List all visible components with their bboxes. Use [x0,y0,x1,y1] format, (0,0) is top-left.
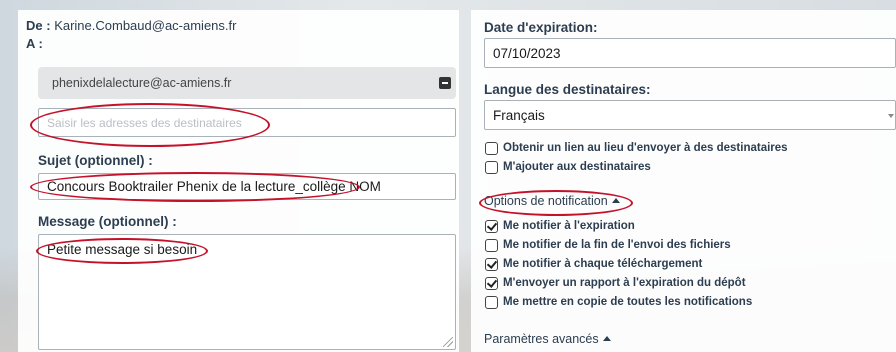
report-expiration-label: M'envoyer un rapport à l'expiration du d… [503,277,746,289]
remove-recipient-icon[interactable] [439,77,451,89]
subject-input[interactable]: Concours Booktrailer Phenix de la lectur… [38,173,456,200]
notify-upload-end-checkbox[interactable] [485,239,498,252]
from-label: De : [26,18,51,33]
to-label: A : [26,36,43,51]
add-me-label: M'ajouter aux destinataires [503,161,651,173]
notify-expiration-label: Me notifier à l'expiration [503,220,635,232]
notification-options-label: Options de notification [484,194,608,208]
resize-grip-icon[interactable] [443,337,453,347]
subject-label: Sujet (optionnel) : [38,153,153,168]
expiration-date-value: 07/10/2023 [493,45,561,61]
expiration-date-input[interactable]: 07/10/2023 [484,38,896,68]
notify-expiration-checkbox[interactable] [485,220,498,233]
get-link-label: Obtenir un lien au lieu d'envoyer à des … [503,142,788,154]
from-line: De : Karine.Combaud@ac-amiens.fr [26,18,236,33]
expiration-label: Date d'expiration: [484,20,598,35]
recipients-input[interactable]: Saisir les adresses des destinataires [38,108,456,137]
message-textarea[interactable]: Petite message si besoin [38,234,456,350]
advanced-settings-label: Paramètres avancés [484,332,599,346]
message-label: Message (optionnel) : [38,214,177,229]
language-label: Langue des destinataires: [484,82,651,97]
notify-upload-end-label: Me notifier de la fin de l'envoi des fic… [503,239,731,251]
get-link-checkbox[interactable] [485,142,498,155]
left-panel: De : Karine.Combaud@ac-amiens.fr A : phe… [18,10,459,352]
add-me-checkbox[interactable] [485,161,498,174]
report-expiration-checkbox[interactable] [485,277,498,290]
copy-notifications-checkbox[interactable] [485,296,498,309]
language-value: Français [493,107,545,123]
from-value: Karine.Combaud@ac-amiens.fr [54,18,237,33]
chevron-down-icon [888,114,894,118]
copy-notifications-label: Me mettre en copie de toutes les notific… [503,296,753,308]
language-select[interactable]: Français [484,100,896,130]
subject-value: Concours Booktrailer Phenix de la lectur… [47,179,381,194]
recipients-placeholder: Saisir les adresses des destinataires [47,115,242,130]
chevron-up-icon [611,198,620,203]
chevron-up-icon [602,336,611,341]
message-value: Petite message si besoin [47,242,198,257]
notify-download-label: Me notifier à chaque téléchargement [503,258,703,270]
recipient-chip-label: phenixdelalecture@ac-amiens.fr [52,76,232,90]
notification-options-toggle[interactable]: Options de notification [484,194,620,208]
notify-download-checkbox[interactable] [485,258,498,271]
recipient-chip[interactable]: phenixdelalecture@ac-amiens.fr [38,67,456,99]
right-panel: Date d'expiration: 07/10/2023 Langue des… [471,10,896,352]
advanced-settings-toggle[interactable]: Paramètres avancés [484,332,611,346]
